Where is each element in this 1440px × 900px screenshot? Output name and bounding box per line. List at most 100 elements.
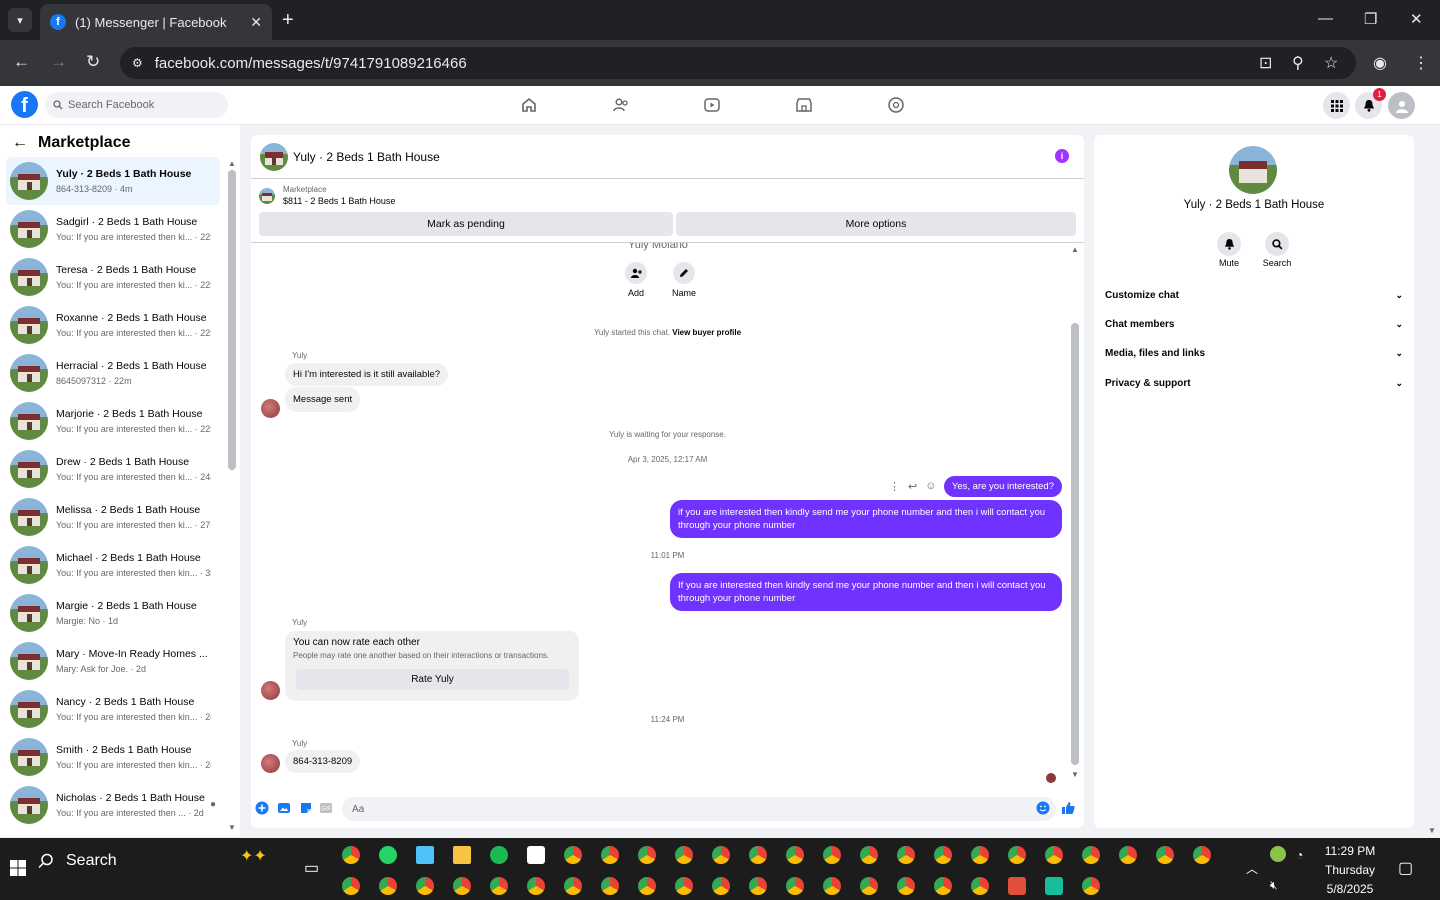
site-info-icon[interactable]: ⚙ — [132, 56, 143, 70]
notepad-app-icon[interactable] — [416, 846, 434, 864]
tray-app-icon[interactable] — [1270, 846, 1286, 862]
reply-icon[interactable]: ↩ — [908, 480, 917, 493]
incoming-message[interactable]: Message sent — [285, 387, 361, 412]
outgoing-message[interactable]: Yes, are you interested? — [943, 476, 1062, 497]
marketplace-listing-row[interactable]: Marketplace $811 - 2 Beds 1 Bath House — [259, 185, 395, 206]
taskbar-clock[interactable]: 11:29 PM Thursday 5/8/2025 — [1318, 842, 1382, 899]
customize-chat-section[interactable]: Customize chat ⌄ — [1105, 290, 1403, 301]
plus-circle-icon[interactable] — [255, 801, 269, 815]
copilot-sparkle-icon[interactable]: ✦✦ — [240, 846, 267, 866]
conversation-item[interactable]: Melissa · 2 Beds 1 Bath House You: If you… — [6, 493, 220, 541]
chrome-app-icon[interactable] — [897, 877, 915, 895]
back-icon[interactable]: ← — [13, 52, 30, 72]
facebook-search-input[interactable]: Search Facebook — [45, 92, 228, 118]
sender-avatar[interactable] — [261, 681, 280, 700]
chrome-app-icon[interactable] — [1082, 846, 1100, 864]
chrome-app-icon[interactable] — [971, 846, 989, 864]
notifications-center-icon[interactable]: ▢ — [1398, 858, 1413, 878]
chrome-app-icon[interactable] — [971, 877, 989, 895]
new-tab-button[interactable]: + — [282, 8, 294, 32]
chrome-app-icon[interactable] — [601, 846, 619, 864]
chrome-app-icon[interactable] — [675, 846, 693, 864]
chrome-app-icon[interactable] — [823, 877, 841, 895]
profile-icon[interactable]: ◉ — [1373, 53, 1387, 73]
back-arrow-icon[interactable]: ← — [12, 134, 28, 152]
volume-muted-icon[interactable]: 🔇︎ — [1270, 878, 1278, 893]
more-actions-icon[interactable]: ⋮ — [889, 480, 900, 493]
home-icon[interactable] — [520, 96, 538, 114]
browser-tab[interactable]: f (1) Messenger | Facebook ✕ — [40, 4, 272, 40]
video-icon[interactable] — [703, 96, 721, 114]
install-app-icon[interactable]: ⊡ — [1259, 53, 1272, 73]
incoming-message[interactable]: Hi I'm interested is it still available? — [285, 363, 449, 386]
view-buyer-profile-link[interactable]: View buyer profile — [672, 328, 741, 337]
zoom-icon[interactable]: ⚲ — [1292, 53, 1304, 73]
conversation-item[interactable]: Smith · 2 Beds 1 Bath House You: If you a… — [6, 733, 220, 781]
chat-members-section[interactable]: Chat members ⌄ — [1105, 319, 1403, 330]
rate-user-button[interactable]: Rate Yuly — [296, 669, 569, 690]
add-person-icon[interactable] — [625, 262, 647, 284]
wifi-icon[interactable]: ◔ — [1296, 848, 1303, 862]
app-icon[interactable] — [1045, 877, 1063, 895]
tab-search-button[interactable]: ▾ — [8, 8, 32, 32]
chrome-app-icon[interactable] — [342, 846, 360, 864]
chrome-app-icon[interactable] — [749, 846, 767, 864]
windows-start-icon[interactable] — [10, 860, 26, 876]
sender-avatar[interactable] — [261, 399, 280, 418]
search-conversation-icon[interactable] — [1265, 232, 1289, 256]
conversation-item[interactable]: Yuly · 2 Beds 1 Bath House 864-313-8209 ·… — [6, 157, 220, 205]
chrome-app-icon[interactable] — [342, 877, 360, 895]
chrome-app-icon[interactable] — [564, 877, 582, 895]
whatsapp-app-icon[interactable] — [379, 846, 397, 864]
chrome-app-icon[interactable] — [823, 846, 841, 864]
conversation-item[interactable]: Nicholas · 2 Beds 1 Bath House You: If yo… — [6, 781, 220, 829]
show-hidden-icons-chevron-icon[interactable]: ︿ — [1246, 860, 1258, 877]
spotify-app-icon[interactable] — [490, 846, 508, 864]
photo-icon[interactable] — [277, 801, 291, 815]
chrome-app-icon[interactable] — [638, 846, 656, 864]
media-files-links-section[interactable]: Media, files and links ⌄ — [1105, 348, 1403, 359]
edit-name-pencil-icon[interactable] — [673, 262, 695, 284]
chrome-app-icon[interactable] — [675, 877, 693, 895]
chrome-app-icon[interactable] — [416, 877, 434, 895]
sidebar-scrollbar[interactable] — [228, 170, 236, 470]
scroll-up-arrow-icon[interactable]: ▲ — [1071, 245, 1079, 254]
scroll-up-arrow-icon[interactable]: ▲ — [228, 159, 236, 168]
app-icon[interactable] — [1008, 877, 1026, 895]
app-icon[interactable] — [527, 846, 545, 864]
close-tab-icon[interactable]: ✕ — [250, 14, 262, 31]
chrome-app-icon[interactable] — [1193, 846, 1211, 864]
messages-scrollbar[interactable] — [1071, 323, 1079, 765]
chrome-app-icon[interactable] — [1082, 877, 1100, 895]
scroll-down-arrow-icon[interactable]: ▼ — [1071, 770, 1079, 779]
chrome-app-icon[interactable] — [749, 877, 767, 895]
conversation-item[interactable]: Drew · 2 Beds 1 Bath House You: If you ar… — [6, 445, 220, 493]
sender-avatar[interactable] — [261, 754, 280, 773]
mark-as-pending-button[interactable]: Mark as pending — [259, 212, 673, 236]
marketplace-icon[interactable] — [795, 96, 813, 114]
chrome-app-icon[interactable] — [934, 846, 952, 864]
gaming-icon[interactable] — [887, 96, 905, 114]
like-thumbs-up-icon[interactable] — [1061, 801, 1075, 815]
chrome-app-icon[interactable] — [786, 846, 804, 864]
conversation-item[interactable]: Herracial · 2 Beds 1 Bath House 864509731… — [6, 349, 220, 397]
conversation-item[interactable]: Teresa · 2 Beds 1 Bath House You: If you … — [6, 253, 220, 301]
conversation-item[interactable]: Roxanne · 2 Beds 1 Bath House You: If you… — [6, 301, 220, 349]
restore-icon[interactable]: ❐ — [1364, 10, 1377, 28]
chat-title[interactable]: Yuly · 2 Beds 1 Bath House — [293, 150, 440, 164]
file-explorer-icon[interactable] — [453, 846, 471, 864]
message-input[interactable]: Aa — [342, 797, 1056, 821]
forward-icon[interactable]: → — [50, 52, 67, 72]
sticker-icon[interactable] — [299, 801, 313, 815]
chrome-app-icon[interactable] — [860, 877, 878, 895]
chrome-app-icon[interactable] — [453, 877, 471, 895]
address-bar[interactable]: ⚙ facebook.com/messages/t/97417910892164… — [120, 47, 1356, 79]
conversation-item[interactable]: Sadgirl · 2 Beds 1 Bath House You: If you… — [6, 205, 220, 253]
chrome-app-icon[interactable] — [638, 877, 656, 895]
chrome-app-icon[interactable] — [934, 877, 952, 895]
more-options-button[interactable]: More options — [676, 212, 1076, 236]
outgoing-message[interactable]: If you are interested then kindly send m… — [670, 573, 1062, 611]
emoji-icon[interactable] — [1036, 801, 1050, 815]
bookmark-star-icon[interactable]: ☆ — [1324, 53, 1338, 73]
facebook-logo-icon[interactable]: f — [11, 91, 38, 118]
